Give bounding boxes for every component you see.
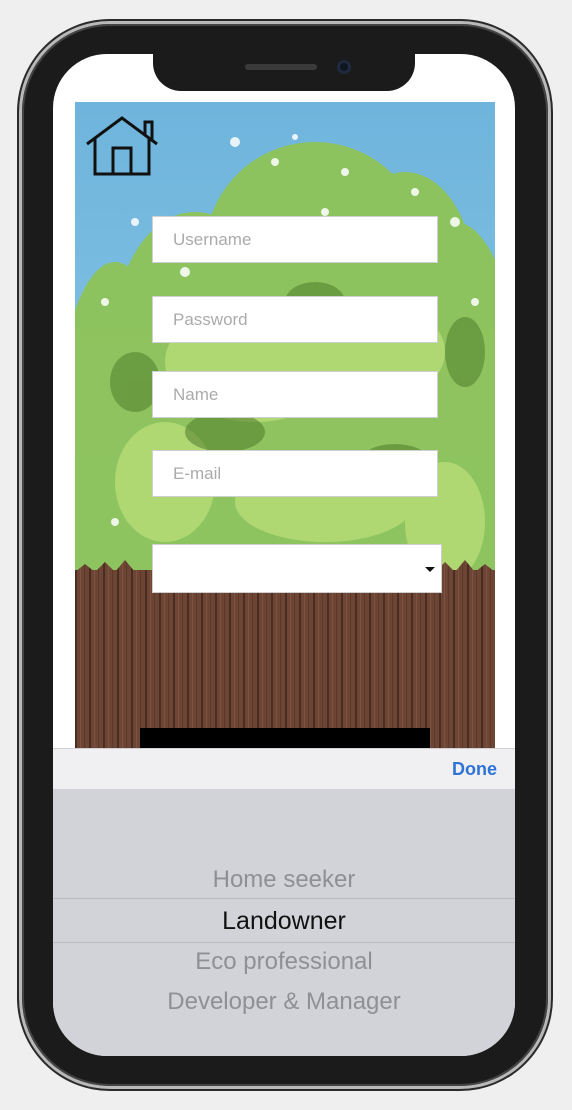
power-button [548,268,552,390]
picker-option-developer-manager[interactable]: Developer & Manager [53,988,515,1016]
email-placeholder: E-mail [173,463,222,483]
user-type-picker[interactable]: Home seeker Landowner Eco professional D… [53,789,515,1056]
picker-option-home-seeker[interactable]: Home seeker [53,866,515,894]
submit-button[interactable] [140,728,430,748]
email-field[interactable]: E-mail [152,450,438,497]
front-camera [337,60,351,74]
name-placeholder: Name [173,384,219,404]
password-field[interactable]: Password [152,296,438,343]
done-button[interactable]: Done [452,759,497,780]
caret-down-icon [425,567,435,572]
user-type-select[interactable] [152,544,442,593]
username-placeholder: Username [173,229,252,249]
signup-view: Username Password Name E-mail [75,102,495,748]
name-field[interactable]: Name [152,371,438,418]
picker-toolbar: Done [53,748,515,790]
home-icon[interactable] [85,114,159,178]
picker-option-landowner[interactable]: Landowner [53,907,515,936]
picker-selection-top-line [53,898,515,899]
phone-notch [153,54,415,91]
picker-selection-bottom-line [53,942,515,943]
background-image [75,134,495,748]
speaker-grille [245,64,317,70]
username-field[interactable]: Username [152,216,438,263]
picker-option-eco-professional[interactable]: Eco professional [53,948,515,976]
phone-screen: Username Password Name E-mail Done Home … [53,54,515,1056]
password-placeholder: Password [173,309,248,329]
